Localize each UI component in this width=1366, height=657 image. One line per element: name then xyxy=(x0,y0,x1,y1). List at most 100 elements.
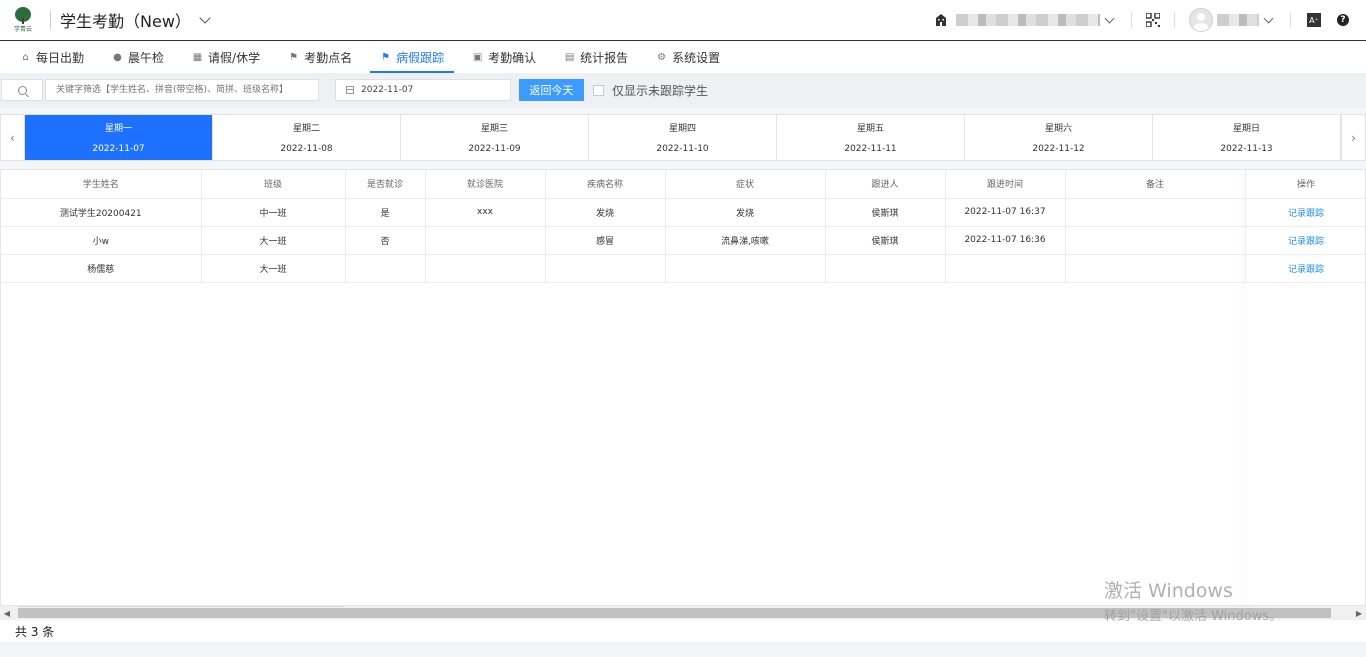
remark-cell xyxy=(1065,226,1246,255)
weekday-label: 星期五 xyxy=(856,124,884,134)
chevron-right-icon: › xyxy=(1351,130,1356,145)
weekday-label: 星期日 xyxy=(1232,124,1260,134)
font-size-icon[interactable]: A⁺ xyxy=(1307,13,1321,27)
chevron-down-icon[interactable] xyxy=(199,12,211,24)
search-button[interactable] xyxy=(1,79,43,101)
school-name-redacted[interactable] xyxy=(956,14,1100,26)
total-count: 共 3 条 xyxy=(15,624,55,639)
tab-sick-leave-tracking[interactable]: ⚑ 病假跟踪 xyxy=(370,42,455,73)
qr-code-icon[interactable] xyxy=(1146,13,1160,27)
illness-cell: 感冒 xyxy=(545,226,666,255)
back-to-today-button[interactable]: 返回今天 xyxy=(519,79,584,101)
app-header: 学青云 学生考勤（New） A⁺ ? xyxy=(0,0,1366,41)
hospital-cell xyxy=(425,226,546,255)
weekday-date: 2022-11-09 xyxy=(468,144,521,154)
remark-cell xyxy=(1065,198,1246,227)
main-tabs: ⌂ 每日出勤 ● 晨午检 ▦ 请假/休学 ⚑ 考勤点名 ⚑ 病假跟踪 ▣ 考勤确… xyxy=(0,42,1366,73)
weekday-date: 2022-11-12 xyxy=(1032,144,1085,154)
next-week-button[interactable]: › xyxy=(1341,115,1365,160)
tab-attendance-confirm[interactable]: ▣ 考勤确认 xyxy=(462,42,546,73)
column-header[interactable]: 是否就诊 xyxy=(345,170,426,199)
tab-label: 病假跟踪 xyxy=(396,51,445,65)
header-divider xyxy=(50,11,51,29)
flag-icon: ⚑ xyxy=(381,52,391,63)
untracked-only-label[interactable]: 仅显示未跟踪学生 xyxy=(612,82,708,99)
column-header[interactable]: 跟进人 xyxy=(825,170,946,199)
scroll-left-icon[interactable]: ◀ xyxy=(0,609,14,618)
record-tracking-link[interactable]: 记录跟踪 xyxy=(1245,198,1365,227)
avatar[interactable] xyxy=(1189,8,1213,32)
weekday-label: 星期四 xyxy=(668,124,696,134)
divider xyxy=(1131,12,1132,28)
column-header[interactable]: 备注 xyxy=(1065,170,1246,199)
app-title[interactable]: 学生考勤（New） xyxy=(60,8,191,32)
tree-logo-icon xyxy=(15,7,31,24)
search-icon xyxy=(17,85,27,95)
gear-icon: ⚙ xyxy=(657,52,667,63)
tab-statistics[interactable]: ▤ 统计报告 xyxy=(554,42,638,73)
follower-cell: 侯斯琪 xyxy=(825,198,946,227)
follow-time-cell: 2022-11-07 16:36 xyxy=(945,226,1066,255)
header-right-tools: A⁺ ? xyxy=(934,0,1366,40)
column-header[interactable]: 班级 xyxy=(201,170,346,199)
weekday-date: 2022-11-08 xyxy=(280,144,333,154)
watermark-title: 激活 Windows xyxy=(1104,580,1233,602)
column-header[interactable]: 症状 xyxy=(665,170,826,199)
weekday-label: 星期三 xyxy=(480,124,508,134)
column-header[interactable]: 就诊医院 xyxy=(425,170,546,199)
user-name-redacted[interactable] xyxy=(1217,14,1259,26)
column-header: 操作 xyxy=(1245,170,1365,199)
table-header-row: 学生姓名 班级 是否就诊 就诊医院 疾病名称 症状 跟进人 跟进时间 备注 操作 xyxy=(1,170,1365,199)
week-day-0[interactable]: 星期一 2022-11-07 xyxy=(25,115,213,160)
hospital-cell xyxy=(425,254,546,283)
record-tracking-link[interactable]: 记录跟踪 xyxy=(1245,254,1365,283)
scroll-right-icon[interactable]: ▶ xyxy=(1352,609,1366,618)
tab-daily-attendance[interactable]: ⌂ 每日出勤 xyxy=(10,42,94,73)
app-logo[interactable]: 学青云 xyxy=(12,7,34,33)
week-day-4[interactable]: 星期五 2022-11-11 xyxy=(777,115,965,160)
week-day-5[interactable]: 星期六 2022-11-12 xyxy=(965,115,1153,160)
weekday-label: 星期一 xyxy=(104,124,132,134)
school-icon xyxy=(936,14,946,26)
tab-roll-call[interactable]: ⚑ 考勤点名 xyxy=(278,42,362,73)
tab-health-check[interactable]: ● 晨午检 xyxy=(102,42,174,73)
logo-text: 学青云 xyxy=(13,26,32,33)
chevron-left-icon: ‹ xyxy=(10,130,15,145)
visited-doctor-cell: 是 xyxy=(345,198,426,227)
prev-week-button[interactable]: ‹ xyxy=(1,115,25,160)
week-day-1[interactable]: 星期二 2022-11-08 xyxy=(213,115,401,160)
weekday-date: 2022-11-11 xyxy=(844,144,897,154)
week-day-3[interactable]: 星期四 2022-11-10 xyxy=(589,115,777,160)
column-header[interactable]: 学生姓名 xyxy=(1,170,202,199)
follower-cell xyxy=(825,254,946,283)
tab-settings[interactable]: ⚙ 系统设置 xyxy=(646,42,730,73)
chevron-down-icon[interactable] xyxy=(1104,13,1115,23)
untracked-only-checkbox[interactable] xyxy=(593,84,604,96)
column-header[interactable]: 疾病名称 xyxy=(545,170,666,199)
class-cell: 中一班 xyxy=(201,198,346,227)
illness-cell xyxy=(545,254,666,283)
symptom-cell: 流鼻涕,咳嗽 xyxy=(665,226,826,255)
column-header[interactable]: 跟进时间 xyxy=(945,170,1066,199)
class-cell: 大一班 xyxy=(201,254,346,283)
tab-label: 请假/休学 xyxy=(208,51,261,65)
search-input[interactable] xyxy=(45,79,319,101)
location-pin-icon: ● xyxy=(113,52,122,63)
week-day-2[interactable]: 星期三 2022-11-09 xyxy=(401,115,589,160)
chevron-down-icon[interactable] xyxy=(1263,13,1274,23)
symptom-cell: 发烧 xyxy=(665,198,826,227)
weekday-label: 星期二 xyxy=(292,124,320,134)
fixed-column-shadow xyxy=(1245,170,1246,605)
sick-tracking-table: 学生姓名 班级 是否就诊 就诊医院 疾病名称 症状 跟进人 跟进时间 备注 操作… xyxy=(0,169,1366,606)
weekday-date: 2022-11-13 xyxy=(1220,144,1273,154)
date-picker[interactable]: 2022-11-07 xyxy=(335,79,511,101)
remark-cell xyxy=(1065,254,1246,283)
tab-leave[interactable]: ▦ 请假/休学 xyxy=(182,42,270,73)
tab-label: 考勤点名 xyxy=(304,51,353,65)
weekday-date: 2022-11-07 xyxy=(92,144,145,154)
record-tracking-link[interactable]: 记录跟踪 xyxy=(1245,226,1365,255)
week-day-6[interactable]: 星期日 2022-11-13 xyxy=(1153,115,1341,160)
symptom-cell xyxy=(665,254,826,283)
visited-doctor-cell: 否 xyxy=(345,226,426,255)
help-icon[interactable]: ? xyxy=(1337,14,1349,26)
